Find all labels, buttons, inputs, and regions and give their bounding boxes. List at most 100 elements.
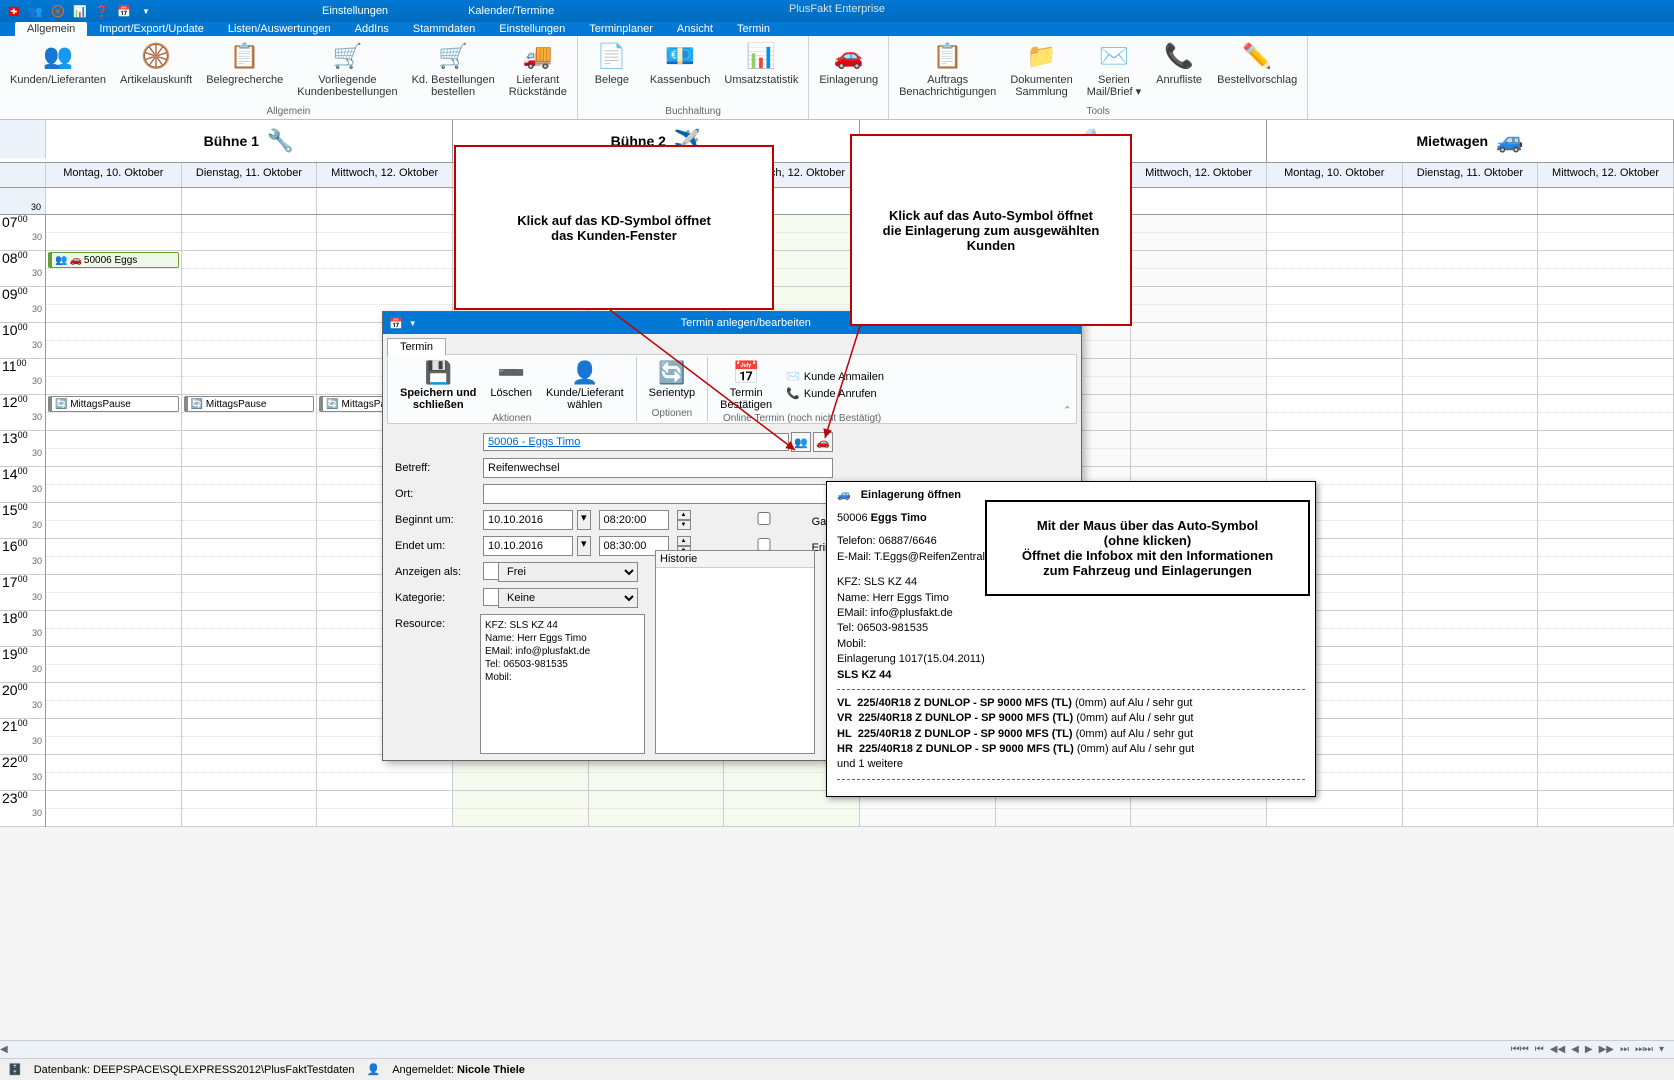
day-header[interactable]: Montag, 10. Oktober: [46, 163, 182, 187]
end-date-input[interactable]: [483, 536, 573, 556]
ribbon-tab-import[interactable]: Import/Export/Update: [87, 22, 216, 36]
ribbon-group-label: Allgemein: [4, 106, 573, 119]
ribbon-tab-terminplaner[interactable]: Terminplaner: [577, 22, 665, 36]
nav-last[interactable]: ⏭⏭: [1635, 1044, 1653, 1055]
calendar-event[interactable]: 👥🚗 50006 Eggs: [48, 252, 179, 268]
status-bar: 🗄️ Datenbank: DEEPSPACE\SQLEXPRESS2012\P…: [0, 1058, 1674, 1080]
ribbon-btn-vorliegende-kundenbestellungen[interactable]: 🛒Vorliegende Kundenbestellungen: [291, 38, 403, 106]
scroll-left[interactable]: ◀: [0, 1044, 8, 1055]
ribbon-tab-einstellungen[interactable]: Einstellungen: [487, 22, 577, 36]
calendar-event[interactable]: 🔄 MittagsPause: [184, 396, 315, 412]
day-header[interactable]: Mittwoch, 12. Oktober: [1131, 163, 1267, 187]
qat-icon-5[interactable]: 📅: [116, 3, 132, 19]
stage-header-3: Mietwagen🚙: [1267, 120, 1674, 162]
day-column[interactable]: 👥🚗 50006 Eggs 🔄 MittagsPause: [46, 215, 182, 827]
ribbon-btn-belegrecherche[interactable]: 📋Belegrecherche: [200, 38, 289, 106]
end-time-up[interactable]: ▲: [677, 536, 691, 546]
dialog-tab-termin[interactable]: Termin: [387, 338, 446, 355]
ribbon-group-label: [813, 117, 884, 119]
nav-next[interactable]: ▶▶: [1599, 1044, 1614, 1055]
customer-link[interactable]: 50006 - Eggs Timo: [483, 433, 789, 451]
ribbon-tabs: Allgemein Import/Export/Update Listen/Au…: [0, 22, 1674, 36]
nav-dropdown[interactable]: ▾: [1659, 1044, 1664, 1055]
allday-checkbox[interactable]: [719, 512, 809, 525]
ribbon-collapse-icon[interactable]: ⌃: [1063, 404, 1072, 417]
ribbon-tab-ansicht[interactable]: Ansicht: [665, 22, 725, 36]
qat-icon-1[interactable]: 👥: [28, 3, 44, 19]
save-close-button[interactable]: 💾Speichern und schließen: [394, 357, 482, 413]
kd-icon-button[interactable]: 👥: [791, 432, 811, 452]
day-header[interactable]: Mittwoch, 12. Oktober: [317, 163, 453, 187]
stage-header-0: Bühne 1🔧: [46, 120, 453, 162]
ort-input[interactable]: [483, 484, 833, 504]
ribbon-body: 👥Kunden/Lieferanten🛞Artikelauskunft📋Bele…: [0, 36, 1674, 120]
db-icon: 🗄️: [8, 1063, 22, 1076]
ribbon-group-label: Tools: [893, 106, 1303, 119]
nav-first[interactable]: ⏮⏮: [1511, 1044, 1529, 1055]
nav-prev1[interactable]: ◀: [1571, 1044, 1579, 1055]
group-label-optionen: Optionen: [643, 408, 701, 421]
delete-button[interactable]: ➖Löschen: [484, 357, 538, 413]
serientyp-button[interactable]: 🔄Serientyp: [643, 357, 701, 408]
day-header[interactable]: Mittwoch, 12. Oktober: [1538, 163, 1674, 187]
nav-prev[interactable]: ◀◀: [1550, 1044, 1565, 1055]
quick-access-toolbar: 🇨🇭 👥 🛞 📊 ❓ 📅 ▼ Einstellungen Kalender/Te…: [0, 0, 1674, 22]
dialog-qat-dropdown[interactable]: ▼: [409, 319, 417, 328]
label-ort: Ort:: [395, 488, 475, 500]
day-column[interactable]: [1538, 215, 1674, 827]
category-select[interactable]: Keine: [498, 588, 638, 608]
maintab-einstellungen[interactable]: Einstellungen: [282, 2, 428, 20]
ribbon-tab-allgemein[interactable]: Allgemein: [15, 22, 87, 36]
ribbon-btn-auftrags-benachrichtigungen[interactable]: 📋Auftrags Benachrichtigungen: [893, 38, 1002, 106]
stage-headers: Bühne 1🔧Bühne 2✈️Bühne 3🔩Mietwagen🚙: [0, 120, 1674, 163]
ribbon-btn-kunden-lieferanten[interactable]: 👥Kunden/Lieferanten: [4, 38, 112, 106]
day-header[interactable]: Dienstag, 11. Oktober: [182, 163, 318, 187]
ribbon-tab-listen[interactable]: Listen/Auswertungen: [216, 22, 343, 36]
qat-dropdown-icon[interactable]: ▼: [138, 3, 154, 19]
qat-icon-3[interactable]: 📊: [72, 3, 88, 19]
ribbon-tab-termin[interactable]: Termin: [725, 22, 782, 36]
nav-next1[interactable]: ▶: [1585, 1044, 1593, 1055]
day-header[interactable]: Montag, 10. Oktober: [1267, 163, 1403, 187]
nav-prev-page[interactable]: ⏮: [1535, 1044, 1544, 1055]
start-time-up[interactable]: ▲: [677, 510, 691, 520]
history-header: Historie: [656, 551, 814, 568]
ribbon-btn-lieferant-r-ckst-nde[interactable]: 🚚Lieferant Rückstände: [503, 38, 573, 106]
ribbon-btn-serien-mail-brief-[interactable]: ✉️Serien Mail/Brief ▾: [1081, 38, 1147, 106]
calendar-event[interactable]: 🔄 MittagsPause: [48, 396, 179, 412]
ribbon-btn-einlagerung[interactable]: 🚗Einlagerung: [813, 38, 884, 117]
history-box: Historie: [655, 550, 815, 754]
app-icon[interactable]: 🇨🇭: [6, 3, 22, 19]
mail-customer-button[interactable]: ✉️Kunde Anmailen: [780, 368, 890, 385]
start-date-input[interactable]: [483, 510, 573, 530]
nav-next-page[interactable]: ⏭: [1620, 1044, 1629, 1055]
ribbon-tab-stammdaten[interactable]: Stammdaten: [401, 22, 487, 36]
confirm-button[interactable]: 📅Termin Bestätigen: [714, 357, 778, 413]
start-time-input[interactable]: [599, 510, 669, 530]
qat-icon-2[interactable]: 🛞: [50, 3, 66, 19]
ribbon-btn-kassenbuch[interactable]: 💶Kassenbuch: [644, 38, 717, 106]
start-time-down[interactable]: ▼: [677, 520, 691, 530]
ribbon-btn-dokumenten-sammlung[interactable]: 📁Dokumenten Sammlung: [1004, 38, 1078, 106]
callout-hover: Mit der Maus über das Auto-Symbol (ohne …: [985, 500, 1310, 596]
call-customer-button[interactable]: 📞Kunde Anrufen: [780, 385, 890, 402]
maintab-kalender[interactable]: Kalender/Termine: [428, 2, 594, 20]
ribbon-btn-artikelauskunft[interactable]: 🛞Artikelauskunft: [114, 38, 198, 106]
ribbon-btn-belege[interactable]: 📄Belege: [582, 38, 642, 106]
ribbon-tab-addins[interactable]: AddIns: [343, 22, 401, 36]
choose-customer-button[interactable]: 👤Kunde/Lieferant wählen: [540, 357, 630, 413]
ribbon-btn-anrufliste[interactable]: 📞Anrufliste: [1149, 38, 1209, 106]
day-column[interactable]: 🔄 MittagsPause: [182, 215, 318, 827]
ribbon-btn-bestellvorschlag[interactable]: ✏️Bestellvorschlag: [1211, 38, 1303, 106]
ribbon-btn-kd-bestellungen-bestellen[interactable]: 🛒Kd. Bestellungen bestellen: [406, 38, 501, 106]
ribbon-group-label: Buchhaltung: [582, 106, 805, 119]
day-column[interactable]: [1403, 215, 1539, 827]
auto-icon-button[interactable]: 🚗: [813, 432, 833, 452]
label-beginnt: Beginnt um:: [395, 514, 475, 526]
showas-select[interactable]: Frei: [498, 562, 638, 582]
label-endet: Endet um:: [395, 540, 475, 552]
betreff-input[interactable]: [483, 458, 833, 478]
day-header[interactable]: Dienstag, 11. Oktober: [1403, 163, 1539, 187]
ribbon-btn-umsatzstatistik[interactable]: 📊Umsatzstatistik: [718, 38, 804, 106]
qat-icon-4[interactable]: ❓: [94, 3, 110, 19]
